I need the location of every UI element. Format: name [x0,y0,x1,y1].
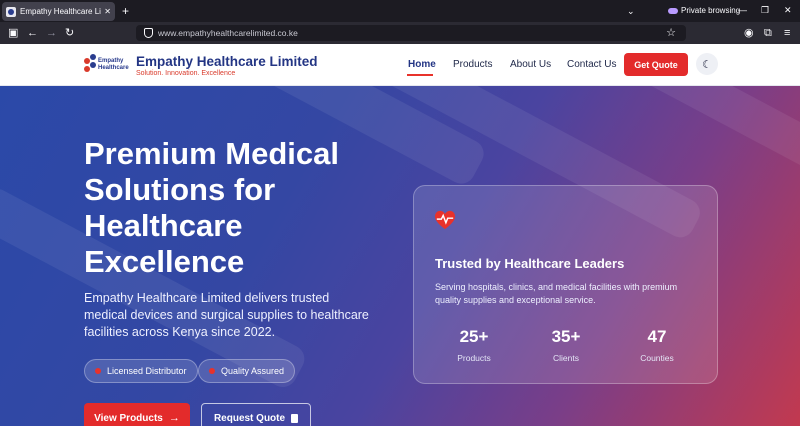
card-title: Trusted by Healthcare Leaders [435,256,625,271]
badge-label: Licensed Distributor [107,366,187,376]
card-description: Serving hospitals, clinics, and medical … [435,282,678,305]
favicon-icon [6,6,16,17]
dark-mode-toggle[interactable]: ☾ [696,53,718,75]
view-products-button[interactable]: View Products → [84,403,190,426]
badge-licensed-distributor: Licensed Distributor [84,359,198,383]
private-browsing-label: Private browsing [681,6,741,15]
badge-quality-assured: Quality Assured [198,359,296,383]
shield-icon [95,368,101,374]
logo[interactable]: Empathy Healthcare [84,54,130,76]
minimize-icon[interactable]: — [738,5,747,15]
stat-label: Counties [640,353,674,363]
brand-tagline: Solution. Innovation. Excellence [136,70,236,77]
trust-card: Trusted by Healthcare Leaders Serving ho… [413,185,718,384]
brand-name[interactable]: Empathy Healthcare Limited [136,54,318,69]
browser-tab[interactable]: Empathy Healthcare Limited | E ✕ [2,2,115,21]
hero-section: Premium Medical Solutions for Healthcare… [0,86,800,426]
nav-products[interactable]: Products [453,59,492,70]
stat-value: 25+ [459,327,489,346]
nav-contact-us[interactable]: Contact Us [567,59,616,70]
list-tabs-chevron-icon[interactable]: ⌄ [627,6,635,17]
extensions-icon[interactable]: ⧉ [764,27,772,39]
logo-text-line2: Healthcare [98,65,129,71]
shield-icon[interactable] [144,28,153,38]
browser-navbar: ▣ ← → ↻ www.empathyhealthcarelimited.co.… [0,22,800,44]
moon-icon: ☾ [702,58,712,71]
browser-tabbar: Empathy Healthcare Limited | E ✕ + ⌄ Pri… [0,0,800,22]
back-icon[interactable]: ← [27,27,38,39]
stat-counties: 47 Counties [617,327,697,363]
tab-title: Empathy Healthcare Limited | E [20,7,101,16]
bookmark-star-icon[interactable]: ☆ [666,26,676,39]
sidebar-icon[interactable]: ▣ [8,27,18,39]
stat-value: 47 [647,327,667,346]
stat-label: Products [457,353,491,363]
site-header: Empathy Healthcare Empathy Healthcare Li… [0,44,800,86]
stat-clients: 35+ Clients [526,327,606,363]
menu-icon[interactable]: ≡ [784,27,790,39]
get-quote-button[interactable]: Get Quote [624,53,688,76]
private-browsing-indicator: Private browsing [668,6,740,15]
url-text[interactable]: www.empathyhealthcarelimited.co.ke [158,28,298,38]
award-icon [209,368,215,374]
badge-label: Quality Assured [221,366,285,376]
request-quote-label: Request Quote [213,412,286,424]
stat-products: 25+ Products [434,327,514,363]
arrow-right-icon: → [168,412,180,424]
active-nav-underline [407,74,433,76]
view-products-label: View Products [94,412,163,424]
hero-title: Premium Medical Solutions for Healthcare… [84,136,339,279]
restore-icon[interactable]: ❐ [761,5,769,16]
stat-value: 35+ [551,327,581,346]
private-mask-icon [668,7,678,14]
close-tab-icon[interactable]: ✕ [104,7,111,16]
nav-about-us[interactable]: About Us [510,59,551,70]
document-icon [291,413,299,423]
hero-description: Empathy Healthcare Limited delivers trus… [84,291,369,339]
heartbeat-icon [435,210,455,230]
address-bar[interactable]: www.empathyhealthcarelimited.co.ke ☆ [136,25,686,41]
account-icon[interactable]: ◉ [744,27,754,39]
request-quote-button[interactable]: Request Quote [201,403,311,426]
new-tab-button[interactable]: + [122,4,129,18]
reload-icon[interactable]: ↻ [65,27,74,39]
forward-icon[interactable]: → [46,27,57,39]
window-close-icon[interactable]: ✕ [784,5,792,16]
nav-home[interactable]: Home [408,59,436,70]
stat-label: Clients [553,353,579,363]
logo-text-line1: Empathy [98,58,124,64]
